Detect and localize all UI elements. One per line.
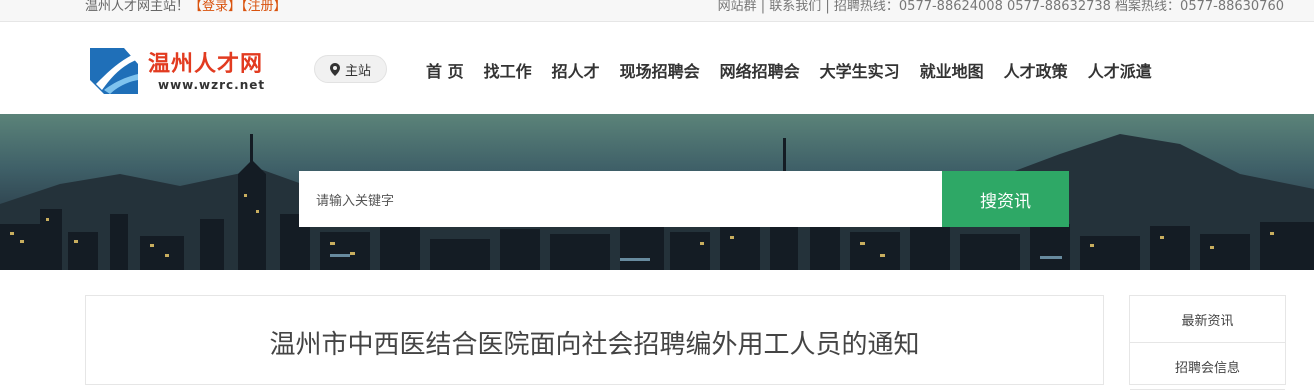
nav-item-online-fair[interactable]: 网络招聘会 — [720, 58, 800, 82]
nav-item-home[interactable]: 首 页 — [426, 58, 464, 82]
site-header: 温州人才网 www.wzrc.net 主站 首 页 找工作 招人才 现场招聘会 … — [0, 22, 1314, 114]
nav-item-talent-policy[interactable]: 人才政策 — [1004, 58, 1068, 82]
register-link[interactable]: 【注册】 — [241, 0, 287, 14]
nav-item-employment-map[interactable]: 就业地图 — [920, 58, 984, 82]
nav-item-recruit[interactable]: 招人才 — [552, 58, 600, 82]
nav-item-job-fair[interactable]: 现场招聘会 — [620, 58, 700, 82]
login-link[interactable]: 【登录】 — [189, 0, 241, 14]
topbar-left: 温州人才网主站！【登录】【注册】 — [85, 0, 287, 14]
site-logo[interactable]: 温州人才网 www.wzrc.net — [86, 44, 286, 99]
side-menu-item-job-fair-info[interactable]: 招聘会信息 — [1130, 343, 1285, 390]
nav-item-find-job[interactable]: 找工作 — [484, 58, 532, 82]
article-panel: 温州市中西医结合医院面向社会招聘编外用工人员的通知 — [85, 295, 1104, 385]
station-switcher[interactable]: 主站 — [314, 55, 387, 83]
search-input[interactable]: 请输入关键字 — [299, 171, 942, 227]
side-menu: 最新资讯 招聘会信息 — [1129, 295, 1286, 390]
logo-emblem-icon — [90, 48, 138, 94]
top-bar: 温州人才网主站！【登录】【注册】 网站群 | 联系我们 | 招聘热线：0577-… — [0, 0, 1314, 22]
station-label: 主站 — [344, 63, 371, 79]
nav-item-internship[interactable]: 大学生实习 — [820, 58, 900, 82]
nav-item-talent-dispatch[interactable]: 人才派遣 — [1088, 58, 1152, 82]
location-pin-icon — [329, 62, 340, 76]
side-menu-item-latest-news[interactable]: 最新资讯 — [1130, 296, 1285, 343]
article-title: 温州市中西医结合医院面向社会招聘编外用工人员的通知 — [269, 330, 920, 360]
topbar-links[interactable]: 网站群 | 联系我们 | 招聘热线：0577-88624008 0577-886… — [718, 0, 1284, 14]
logo-url: www.wzrc.net — [158, 78, 266, 92]
welcome-text: 温州人才网主站！ — [85, 0, 190, 14]
logo-name: 温州人才网 — [148, 52, 264, 77]
main-nav: 首 页 找工作 招人才 现场招聘会 网络招聘会 大学生实习 就业地图 人才政策 … — [416, 58, 1162, 82]
search-button[interactable]: 搜资讯 — [942, 171, 1069, 227]
search-banner: 请输入关键字 搜资讯 — [0, 114, 1314, 270]
